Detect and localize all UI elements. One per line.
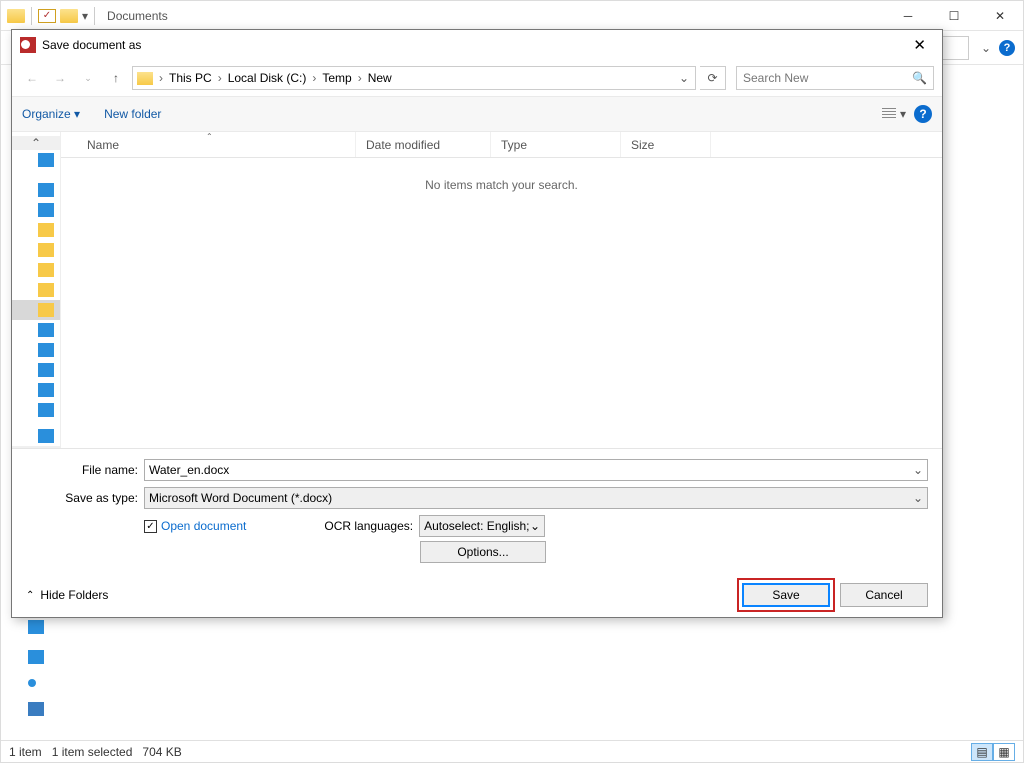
explorer-title: Documents (107, 9, 168, 23)
dialog-toolbar: Organize ▾ New folder ▾ ? (12, 96, 942, 132)
filename-label: File name: (12, 463, 138, 477)
status-selection: 1 item selected (52, 745, 133, 759)
close-button[interactable]: ✕ (977, 1, 1023, 31)
dialog-close-button[interactable]: ✕ (905, 36, 934, 54)
address-bar[interactable]: › This PC › Local Disk (C:) › Temp › New… (132, 66, 696, 90)
savetype-value: Microsoft Word Document (*.docx) (149, 491, 913, 505)
folder-icon[interactable] (60, 9, 78, 23)
dialog-search-input[interactable]: Search New 🔍 (736, 66, 934, 90)
ribbon-chevron-icon[interactable]: ⌄ (981, 41, 991, 55)
column-size[interactable]: Size (631, 138, 654, 152)
save-as-dialog: Save document as ✕ ← → ⌄ ↑ › This PC › L… (11, 29, 943, 618)
status-item-count: 1 item (9, 745, 42, 759)
open-document-checkbox[interactable]: ✓ Open document (144, 519, 246, 533)
cancel-button[interactable]: Cancel (840, 583, 928, 607)
dialog-footer: ⌃ Hide Folders Save Cancel (12, 573, 942, 617)
column-name[interactable]: Name (87, 138, 119, 152)
column-date[interactable]: Date modified (366, 138, 440, 152)
dialog-folder-tree[interactable]: ⌃ ⌄ (12, 132, 61, 448)
explorer-titlebar: ✓ ▾ Documents ─ ☐ ✕ (1, 1, 1023, 31)
help-icon[interactable]: ? (999, 40, 1015, 56)
folder-icon[interactable] (7, 9, 25, 23)
new-folder-button[interactable]: New folder (104, 107, 161, 121)
dialog-titlebar[interactable]: Save document as ✕ (12, 30, 942, 60)
chevron-right-icon[interactable]: › (159, 71, 163, 85)
savetype-label: Save as type: (12, 491, 138, 505)
refresh-button[interactable]: ⟳ (700, 66, 726, 90)
dialog-title: Save document as (42, 38, 141, 52)
properties-icon[interactable]: ✓ (38, 9, 56, 23)
search-icon: 🔍 (912, 71, 927, 85)
search-placeholder: Search New (743, 71, 912, 85)
explorer-statusbar: 1 item 1 item selected 704 KB ▤ ▦ (1, 740, 1023, 762)
help-icon[interactable]: ? (914, 105, 932, 123)
empty-message: No items match your search. (61, 158, 942, 192)
filename-input[interactable]: Water_en.docx ⌄ (144, 459, 928, 481)
hide-folders-button[interactable]: ⌃ Hide Folders (26, 588, 108, 602)
tree-fragment (28, 620, 58, 720)
maximize-button[interactable]: ☐ (931, 1, 977, 31)
chevron-down-icon[interactable]: ⌄ (913, 463, 923, 477)
checkbox-checked-icon: ✓ (144, 520, 157, 533)
forward-button[interactable]: → (48, 66, 72, 90)
chevron-right-icon[interactable]: › (312, 71, 316, 85)
savetype-select[interactable]: Microsoft Word Document (*.docx) ⌄ (144, 487, 928, 509)
breadcrumb-segment[interactable]: Temp (322, 71, 351, 85)
save-button[interactable]: Save (742, 583, 830, 607)
column-headers[interactable]: Name ⌃ Date modified Type Size (61, 132, 942, 158)
organize-button[interactable]: Organize ▾ (22, 107, 80, 121)
file-list[interactable]: Name ⌃ Date modified Type Size No items … (61, 132, 942, 448)
chevron-down-icon[interactable]: ⌄ (530, 519, 540, 533)
chevron-right-icon[interactable]: › (358, 71, 362, 85)
back-button[interactable]: ← (20, 66, 44, 90)
minimize-button[interactable]: ─ (885, 1, 931, 31)
details-view-icon[interactable]: ▤ (971, 743, 993, 761)
view-options-button[interactable]: ▾ (882, 107, 906, 121)
folder-icon (137, 72, 153, 85)
breadcrumb-segment[interactable]: Local Disk (C:) (228, 71, 307, 85)
filename-value: Water_en.docx (149, 463, 913, 477)
status-size: 704 KB (142, 745, 181, 759)
address-dropdown-icon[interactable]: ⌄ (679, 71, 689, 85)
up-button[interactable]: ↑ (104, 66, 128, 90)
options-button[interactable]: Options... (420, 541, 546, 563)
breadcrumb-segment[interactable]: This PC (169, 71, 212, 85)
app-icon (20, 37, 36, 53)
chevron-down-icon[interactable]: ⌄ (913, 491, 923, 505)
save-fields: File name: Water_en.docx ⌄ Save as type:… (12, 448, 942, 573)
sort-indicator-icon: ⌃ (206, 132, 213, 141)
chevron-up-icon: ⌃ (26, 590, 34, 601)
scroll-up-icon[interactable]: ⌃ (12, 136, 60, 150)
column-type[interactable]: Type (501, 138, 527, 152)
ocr-languages-select[interactable]: Autoselect: English; G ⌄ (419, 515, 545, 537)
ocr-label: OCR languages: (324, 519, 413, 533)
dialog-nav: ← → ⌄ ↑ › This PC › Local Disk (C:) › Te… (12, 60, 942, 96)
dialog-body: ⌃ ⌄ Name ⌃ Date modifi (12, 132, 942, 448)
breadcrumb-segment[interactable]: New (368, 71, 392, 85)
recent-locations-button[interactable]: ⌄ (76, 66, 100, 90)
large-icons-view-icon[interactable]: ▦ (993, 743, 1015, 761)
qat-dropdown-icon[interactable]: ▾ (82, 9, 88, 23)
chevron-right-icon[interactable]: › (218, 71, 222, 85)
